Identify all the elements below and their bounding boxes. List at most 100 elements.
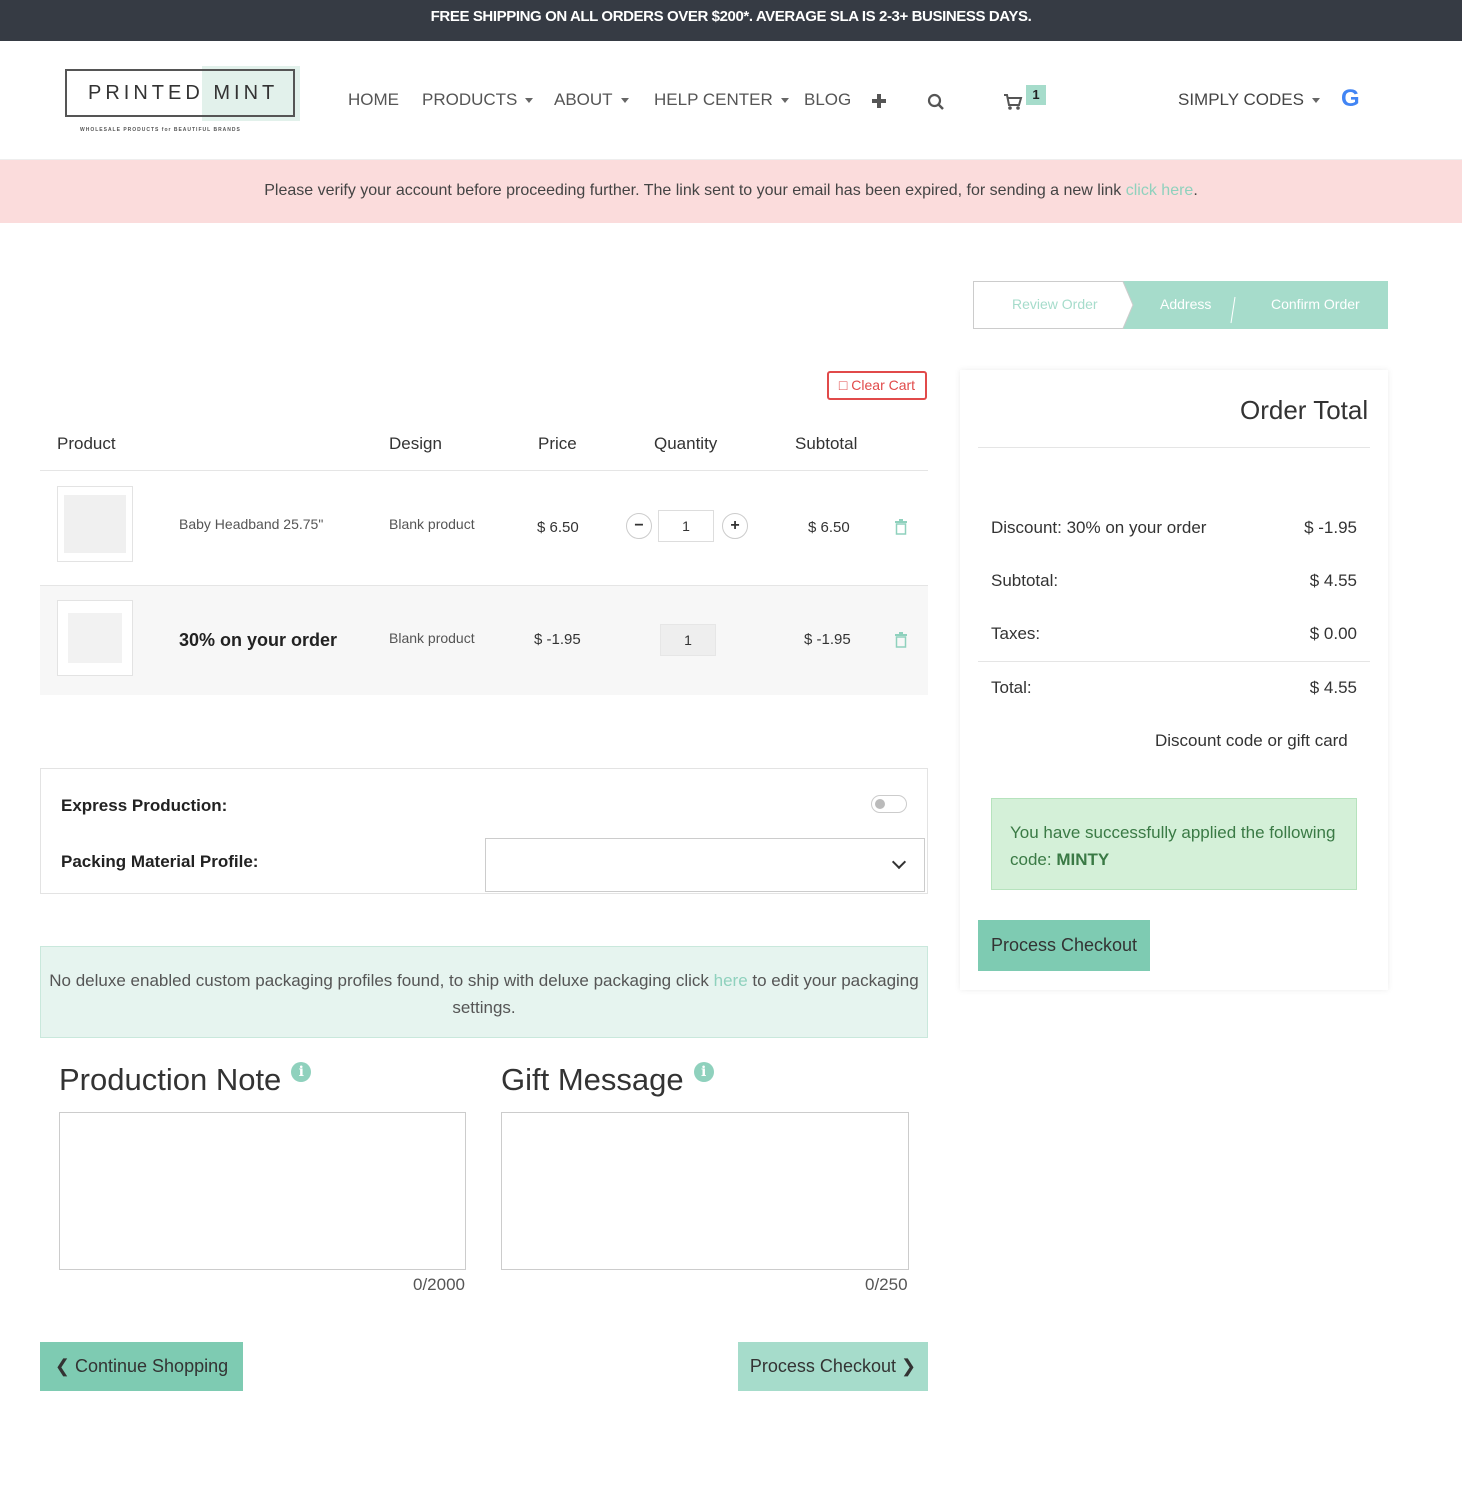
- packing-material-select[interactable]: [485, 838, 925, 892]
- logo-text: PRINTED MINT: [88, 82, 278, 105]
- col-header-price: Price: [538, 434, 577, 453]
- caret-down-icon: [1311, 98, 1320, 104]
- packaging-alert: No deluxe enabled custom packaging profi…: [40, 946, 928, 1038]
- summary-discount-label: Discount: 30% on your order: [991, 518, 1207, 537]
- order-total-title: Order Total: [1240, 395, 1369, 425]
- discount-subtotal: $ -1.95: [804, 631, 851, 648]
- nav-help-center-label: HELP CENTER: [654, 90, 773, 109]
- packaging-settings-link[interactable]: here: [714, 971, 748, 990]
- chevron-right-icon: ❯: [901, 1356, 917, 1376]
- nav-about-label: ABOUT: [554, 90, 613, 109]
- cart-count-badge: 1: [1026, 85, 1046, 105]
- nav-home[interactable]: HOME: [348, 90, 399, 110]
- col-header-design: Design: [389, 434, 442, 453]
- table-row: [40, 586, 928, 695]
- coupon-code: MINTY: [1056, 850, 1110, 869]
- clear-cart-label: Clear Cart: [851, 377, 916, 393]
- panel-divider: [978, 447, 1370, 448]
- continue-shopping-button[interactable]: ❮ Continue Shopping: [40, 1342, 243, 1391]
- packaging-alert-text: No deluxe enabled custom packaging profi…: [49, 971, 714, 990]
- summary-subtotal-label: Subtotal:: [991, 571, 1059, 590]
- summary-taxes-label: Taxes:: [991, 624, 1041, 643]
- caret-down-icon: [620, 98, 629, 104]
- discount-price: $ -1.95: [534, 631, 581, 648]
- product-thumbnail[interactable]: [57, 486, 133, 562]
- discount-qty: 1: [660, 624, 716, 656]
- nav-products-label: PRODUCTS: [422, 90, 518, 109]
- checkout-steps: Review Order Address Confirm Order: [973, 281, 1388, 329]
- nav-blog[interactable]: BLOG: [804, 90, 851, 110]
- summary-subtotal-value: $ 4.55: [1309, 571, 1357, 590]
- caret-down-icon: [780, 98, 789, 104]
- qty-input[interactable]: 1: [658, 510, 714, 542]
- chevron-down-icon: [891, 854, 907, 870]
- production-note-count: 0/2000: [413, 1275, 465, 1294]
- logo-part-printed: PRINTED: [88, 82, 204, 104]
- nav-about[interactable]: ABOUT: [554, 90, 629, 110]
- toggle-knob: [875, 799, 885, 809]
- product-subtotal: $ 6.50: [808, 519, 850, 536]
- trash-icon[interactable]: [894, 519, 908, 535]
- table-row: [40, 471, 928, 585]
- summary-discount-value: $ -1.95: [1304, 518, 1357, 537]
- step-review-order[interactable]: Review Order: [1012, 296, 1098, 312]
- production-note-title: Production Note i: [59, 1062, 312, 1098]
- chevron-left-icon: ❮: [54, 1356, 70, 1376]
- plus-icon[interactable]: [871, 93, 887, 109]
- product-price: $ 6.50: [537, 519, 579, 536]
- summary-taxes-value: $ 0.00: [1309, 624, 1357, 643]
- step-confirm-order[interactable]: Confirm Order: [1271, 296, 1360, 312]
- discount-design: Blank product: [389, 630, 475, 646]
- trash-icon: □: [838, 377, 848, 393]
- search-icon[interactable]: [927, 93, 945, 111]
- verify-resend-link[interactable]: click here: [1126, 182, 1194, 199]
- discount-name: 30% on your order: [179, 630, 338, 650]
- col-header-quantity: Quantity: [654, 434, 718, 453]
- shipping-banner: FREE SHIPPING ON ALL ORDERS OVER $200*. …: [0, 0, 1462, 41]
- process-checkout-button[interactable]: Process Checkout ❯: [738, 1342, 928, 1391]
- summary-total-value: $ 4.55: [1309, 678, 1357, 697]
- coupon-success-alert: You have successfully applied the follow…: [991, 798, 1357, 890]
- gift-message-heading: Gift Message: [501, 1062, 684, 1097]
- panel-divider: [978, 661, 1370, 662]
- product-name[interactable]: Baby Headband 25.75": [179, 516, 323, 532]
- process-checkout-label: Process Checkout: [749, 1356, 896, 1376]
- gift-message-count: 0/250: [865, 1275, 908, 1294]
- verify-alert-end: .: [1193, 182, 1198, 199]
- summary-total-label: Total:: [991, 678, 1032, 697]
- trash-icon[interactable]: [894, 632, 908, 648]
- info-icon[interactable]: i: [693, 1062, 714, 1082]
- thumbnail-image: [64, 495, 126, 553]
- nav-products[interactable]: PRODUCTS: [422, 90, 534, 110]
- col-header-product: Product: [57, 434, 116, 453]
- product-design: Blank product: [389, 516, 475, 532]
- qty-decrease-button[interactable]: −: [626, 513, 652, 539]
- production-note-textarea[interactable]: [59, 1112, 466, 1270]
- qty-increase-button[interactable]: +: [722, 513, 748, 539]
- gift-message-textarea[interactable]: [501, 1112, 909, 1270]
- continue-shopping-label: Continue Shopping: [74, 1356, 229, 1376]
- step-address[interactable]: Address: [1160, 296, 1211, 312]
- production-note-heading: Production Note: [59, 1062, 282, 1097]
- verify-alert-text: Please verify your account before procee…: [264, 182, 1126, 199]
- account-menu[interactable]: SIMPLY CODES: [1178, 90, 1320, 110]
- nav-help-center[interactable]: HELP CENTER: [654, 90, 789, 110]
- caret-down-icon: [525, 98, 534, 104]
- thumbnail-image: [68, 613, 122, 663]
- express-production-label: Express Production:: [61, 796, 228, 815]
- clear-cart-button[interactable]: □ Clear Cart: [827, 371, 927, 400]
- express-production-toggle[interactable]: [871, 795, 907, 813]
- discount-thumbnail: [57, 600, 133, 676]
- panel-process-checkout-button[interactable]: Process Checkout: [978, 920, 1150, 971]
- discount-code-link[interactable]: Discount code or gift card: [1155, 731, 1348, 751]
- packing-material-label: Packing Material Profile:: [61, 852, 259, 871]
- account-name: SIMPLY CODES: [1178, 90, 1304, 109]
- info-icon[interactable]: i: [291, 1062, 312, 1082]
- verify-account-alert: Please verify your account before procee…: [0, 160, 1462, 223]
- gift-message-title: Gift Message i: [501, 1062, 714, 1098]
- cart-icon[interactable]: [1003, 93, 1023, 111]
- logo-part-mint: MINT: [213, 82, 279, 104]
- google-icon[interactable]: G: [1341, 85, 1360, 113]
- logo-tagline: WHOLESALE PRODUCTS for BEAUTIFUL BRANDS: [80, 127, 241, 133]
- col-header-subtotal: Subtotal: [795, 434, 858, 453]
